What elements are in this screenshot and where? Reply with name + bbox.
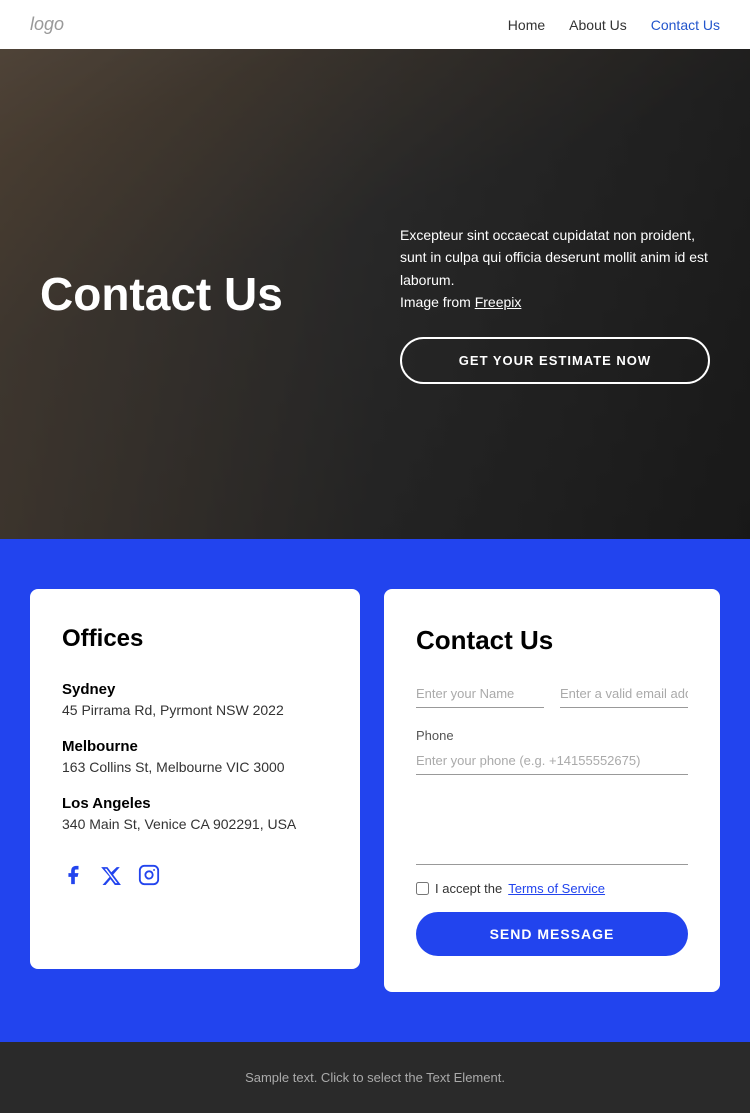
hero-title: Contact Us (40, 269, 283, 320)
form-group-phone: Phone (416, 728, 688, 775)
offices-card: Offices Sydney 45 Pirrama Rd, Pyrmont NS… (30, 589, 360, 969)
office-losangeles: Los Angeles 340 Main St, Venice CA 90229… (62, 795, 328, 832)
twitter-x-icon[interactable] (100, 865, 122, 892)
nav-contact[interactable]: Contact Us (651, 17, 720, 33)
office-sydney-address: 45 Pirrama Rd, Pyrmont NSW 2022 (62, 702, 328, 718)
phone-input[interactable] (416, 747, 688, 775)
nav-home[interactable]: Home (508, 17, 545, 33)
logo: logo (30, 14, 64, 35)
office-melbourne-name: Melbourne (62, 738, 328, 755)
cards-container: Offices Sydney 45 Pirrama Rd, Pyrmont NS… (30, 589, 720, 992)
message-textarea[interactable] (416, 795, 688, 865)
freepix-link[interactable]: Freepix (475, 294, 522, 310)
email-input[interactable] (560, 680, 688, 708)
contact-form-title: Contact Us (416, 625, 688, 656)
hero-right: Excepteur sint occaecat cupidatat non pr… (400, 49, 710, 539)
footer: Sample text. Click to select the Text El… (0, 1042, 750, 1113)
nav-links: Home About Us Contact Us (508, 17, 720, 33)
office-sydney-name: Sydney (62, 681, 328, 698)
footer-text[interactable]: Sample text. Click to select the Text El… (30, 1070, 720, 1085)
terms-checkbox-row: I accept the Terms of Service (416, 881, 688, 896)
social-icons (62, 864, 328, 892)
cta-button[interactable]: GET YOUR ESTIMATE NOW (400, 337, 710, 384)
hero-left: Contact Us (40, 49, 400, 539)
form-group-email (560, 680, 688, 708)
navbar: logo Home About Us Contact Us (0, 0, 750, 49)
office-melbourne: Melbourne 163 Collins St, Melbourne VIC … (62, 738, 328, 775)
offices-title: Offices (62, 625, 328, 653)
terms-link[interactable]: Terms of Service (508, 881, 605, 896)
terms-checkbox[interactable] (416, 882, 429, 895)
name-input[interactable] (416, 680, 544, 708)
office-melbourne-address: 163 Collins St, Melbourne VIC 3000 (62, 759, 328, 775)
hero-description: Excepteur sint occaecat cupidatat non pr… (400, 224, 710, 314)
form-group-message (416, 795, 688, 865)
office-sydney: Sydney 45 Pirrama Rd, Pyrmont NSW 2022 (62, 681, 328, 718)
phone-label: Phone (416, 728, 688, 743)
contact-form-card: Contact Us Phone I accept the Terms o (384, 589, 720, 992)
nav-about[interactable]: About Us (569, 17, 627, 33)
facebook-icon[interactable] (62, 864, 84, 892)
send-button[interactable]: SEND MESSAGE (416, 912, 688, 956)
terms-text: I accept the (435, 881, 502, 896)
office-losangeles-address: 340 Main St, Venice CA 902291, USA (62, 816, 328, 832)
main-section: Offices Sydney 45 Pirrama Rd, Pyrmont NS… (0, 539, 750, 1042)
hero-section: Contact Us Excepteur sint occaecat cupid… (0, 49, 750, 539)
hero-content: Contact Us Excepteur sint occaecat cupid… (0, 49, 750, 539)
form-row-name-email (416, 680, 688, 708)
instagram-icon[interactable] (138, 864, 160, 892)
form-group-name (416, 680, 544, 708)
office-losangeles-name: Los Angeles (62, 795, 328, 812)
